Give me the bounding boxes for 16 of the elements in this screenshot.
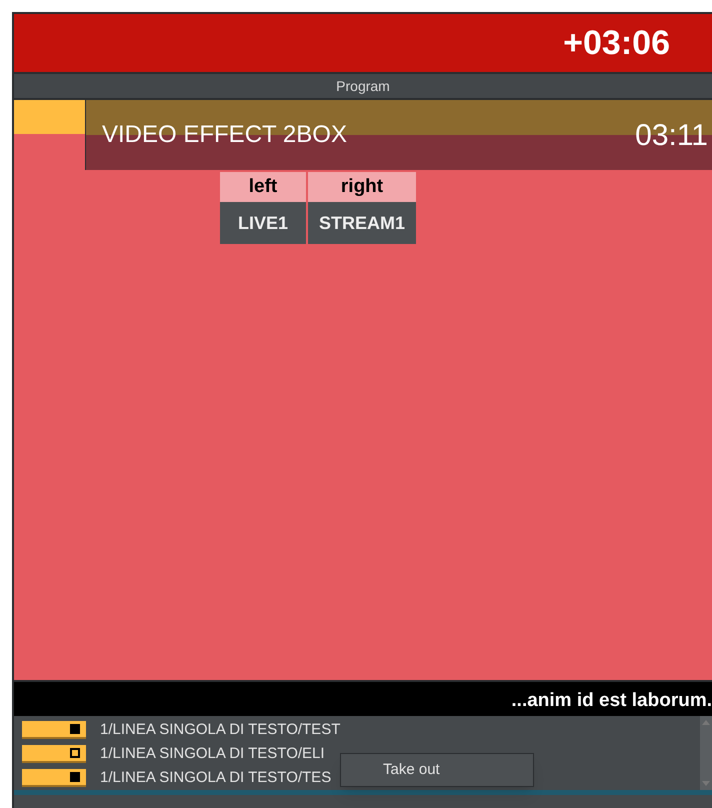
scrollbar[interactable] bbox=[700, 716, 712, 790]
menu-item[interactable]: Take out bbox=[341, 758, 533, 782]
scroll-up-icon[interactable] bbox=[702, 720, 710, 725]
playlist-item[interactable]: 1/LINEA SINGOLA DI TESTO/TES bbox=[100, 766, 332, 790]
playlist-item[interactable]: 1/LINEA SINGOLA DI TESTO/TEST bbox=[100, 718, 340, 742]
column-header: right bbox=[308, 172, 416, 202]
column-header: left bbox=[220, 172, 306, 202]
item-duration: 03:11 bbox=[635, 118, 708, 154]
playlist-item[interactable]: 1/LINEA SINGOLA DI TESTO/ELI bbox=[100, 742, 325, 766]
source-cell: LIVE1 bbox=[220, 202, 306, 244]
countdown-time: +03:06 bbox=[563, 22, 670, 64]
scroll-down-icon[interactable] bbox=[702, 781, 710, 786]
item-title: VIDEO EFFECT 2BOX bbox=[102, 120, 347, 150]
source-cell: STREAM1 bbox=[308, 202, 416, 244]
ticker-text: ...anim id est laborum. bbox=[511, 688, 712, 712]
program-title: Program bbox=[336, 76, 390, 96]
